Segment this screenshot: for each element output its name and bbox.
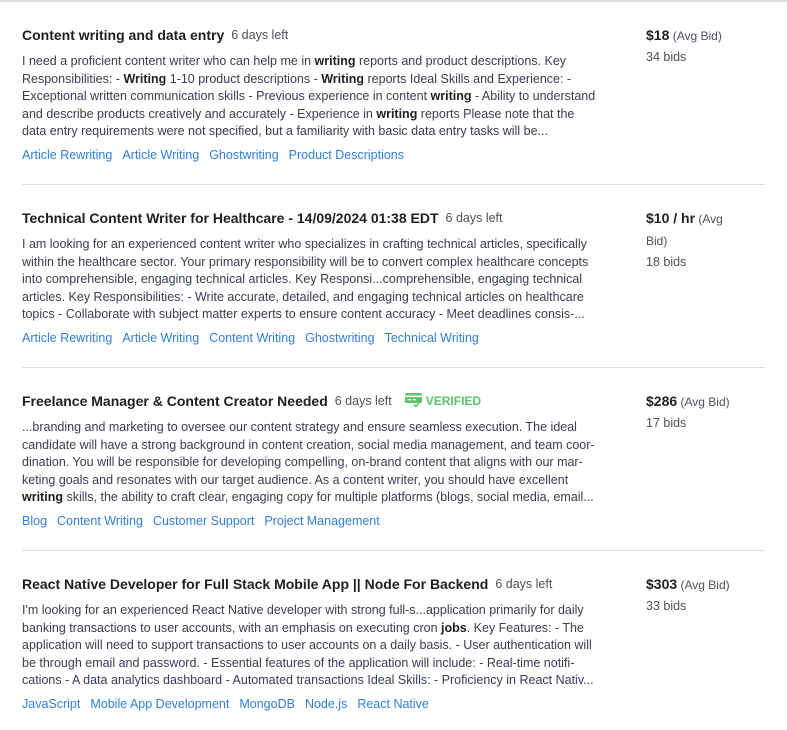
avg-bid: $10 / hr (Avg Bid): [646, 207, 746, 252]
project-card: Freelance Manager & Content Creator Need…: [22, 368, 765, 551]
verified-card-icon: [404, 393, 422, 408]
skill-tag-link[interactable]: Product Descriptions: [289, 148, 404, 162]
project-card: Technical Content Writer for Healthcare …: [22, 185, 765, 368]
skill-tag-link[interactable]: Node.js: [305, 697, 347, 711]
project-main: Technical Content Writer for Healthcare …: [22, 208, 602, 345]
project-title-link[interactable]: Content writing and data entry: [22, 27, 224, 43]
bid-info: $10 / hr (Avg Bid) 18 bids: [646, 208, 746, 345]
days-left: 6 days left: [231, 28, 289, 42]
avg-bid: $18 (Avg Bid): [646, 24, 746, 47]
project-title-row: Technical Content Writer for Healthcare …: [22, 208, 602, 228]
skill-tag-link[interactable]: Mobile App Development: [90, 697, 229, 711]
avg-bid: $303 (Avg Bid): [646, 573, 746, 596]
project-main: Freelance Manager & Content Creator Need…: [22, 391, 602, 528]
project-title-link[interactable]: Technical Content Writer for Healthcare …: [22, 210, 439, 226]
avg-bid-label: (Avg Bid): [680, 577, 730, 592]
skill-tag-link[interactable]: Article Rewriting: [22, 331, 112, 345]
avg-bid-amount: $286: [646, 392, 678, 409]
verified-badge: VERIFIED: [404, 393, 482, 408]
bid-count: 18 bids: [646, 254, 687, 269]
skill-tag-link[interactable]: Project Management: [264, 514, 379, 528]
project-description: ...branding and marketing to oversee our…: [22, 419, 595, 505]
project-card: React Native Developer for Full Stack Mo…: [22, 551, 765, 730]
skill-tag-link[interactable]: Technical Writing: [385, 331, 479, 345]
project-card: Content writing and data entry 6 days le…: [22, 2, 765, 185]
days-left: 6 days left: [445, 210, 503, 225]
bid-info: $286 (Avg Bid) 17 bids: [646, 391, 746, 528]
skill-tag-link[interactable]: JavaScript: [22, 697, 80, 711]
skill-tags: JavaScript Mobile App Development MongoDB N…: [22, 697, 602, 711]
skill-tags: Blog Content Writing Customer Support Proje…: [22, 514, 602, 528]
skill-tag-link[interactable]: Content Writing: [57, 514, 143, 528]
bid-count: 33 bids: [646, 598, 687, 613]
project-description: I am looking for an experienced content …: [22, 236, 589, 322]
avg-bid-amount: $18: [646, 27, 670, 43]
project-title-row: React Native Developer for Full Stack Mo…: [22, 574, 602, 594]
project-description: I need a proficient content writer who c…: [22, 54, 596, 139]
project-list: Content writing and data entry 6 days le…: [0, 0, 787, 730]
skill-tag-link[interactable]: Customer Support: [153, 514, 254, 528]
skill-tag-link[interactable]: Article Writing: [122, 148, 199, 162]
skill-tags: Article Rewriting Article Writing Content …: [22, 331, 602, 345]
bid-info: $303 (Avg Bid) 33 bids: [646, 574, 746, 711]
avg-bid-label: (Avg Bid): [680, 394, 730, 409]
skill-tag-link[interactable]: Content Writing: [209, 331, 295, 345]
days-left: 6 days left: [495, 576, 553, 591]
avg-bid: $286 (Avg Bid): [646, 390, 746, 413]
avg-bid-amount: $303: [646, 575, 678, 592]
bid-count: 34 bids: [646, 50, 687, 64]
days-left: 6 days left: [334, 393, 392, 408]
project-title-row: Content writing and data entry 6 days le…: [22, 25, 602, 45]
skill-tag-link[interactable]: MongoDB: [239, 697, 295, 711]
avg-bid-amount: $10 / hr: [646, 209, 696, 226]
skill-tag-link[interactable]: React Native: [357, 697, 429, 711]
project-title-link[interactable]: React Native Developer for Full Stack Mo…: [22, 576, 488, 592]
bid-count: 17 bids: [646, 415, 687, 430]
project-title-row: Freelance Manager & Content Creator Need…: [22, 391, 602, 411]
skill-tag-link[interactable]: Ghostwriting: [209, 148, 278, 162]
avg-bid-label: (Avg Bid): [672, 29, 722, 43]
project-main: React Native Developer for Full Stack Mo…: [22, 574, 602, 711]
project-title-link[interactable]: Freelance Manager & Content Creator Need…: [22, 393, 328, 409]
verified-label: VERIFIED: [425, 393, 482, 408]
skill-tags: Article Rewriting Article Writing Ghostwri…: [22, 148, 602, 162]
skill-tag-link[interactable]: Article Rewriting: [22, 148, 112, 162]
bid-info: $18 (Avg Bid) 34 bids: [646, 25, 746, 162]
project-description: I'm looking for an experienced React Nat…: [22, 602, 594, 688]
skill-tag-link[interactable]: Article Writing: [122, 331, 199, 345]
skill-tag-link[interactable]: Ghostwriting: [305, 331, 374, 345]
project-main: Content writing and data entry 6 days le…: [22, 25, 602, 162]
skill-tag-link[interactable]: Blog: [22, 514, 47, 528]
